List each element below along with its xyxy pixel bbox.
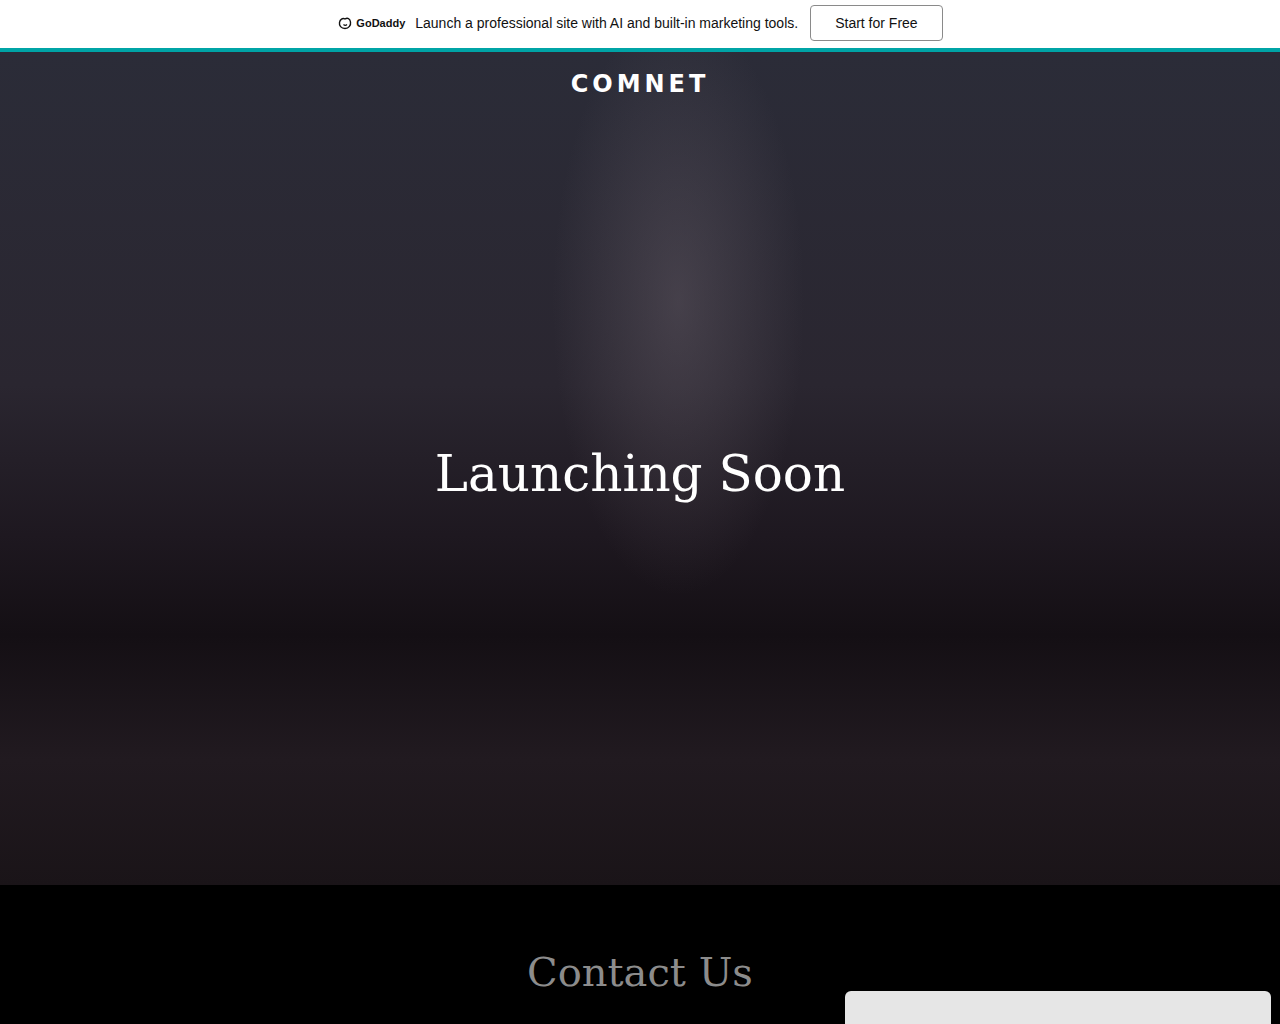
page: GoDaddy Launch a professional site with A… <box>0 0 1280 1024</box>
hero-content: Launching Soon <box>435 98 845 885</box>
hero-heading: Launching Soon <box>435 445 845 503</box>
godaddy-logo[interactable]: GoDaddy <box>337 16 405 30</box>
promo-banner: GoDaddy Launch a professional site with A… <box>0 0 1280 52</box>
contact-heading: Contact Us <box>527 949 753 1024</box>
cookie-popup <box>845 991 1271 1024</box>
godaddy-logo-icon <box>337 16 353 30</box>
banner-message: Launch a professional site with AI and b… <box>415 15 798 31</box>
brand-name: GoDaddy <box>356 17 405 29</box>
hero: COMNET Launching Soon <box>0 52 1280 885</box>
site-title[interactable]: COMNET <box>571 70 710 98</box>
start-button[interactable]: Start for Free <box>810 5 942 41</box>
